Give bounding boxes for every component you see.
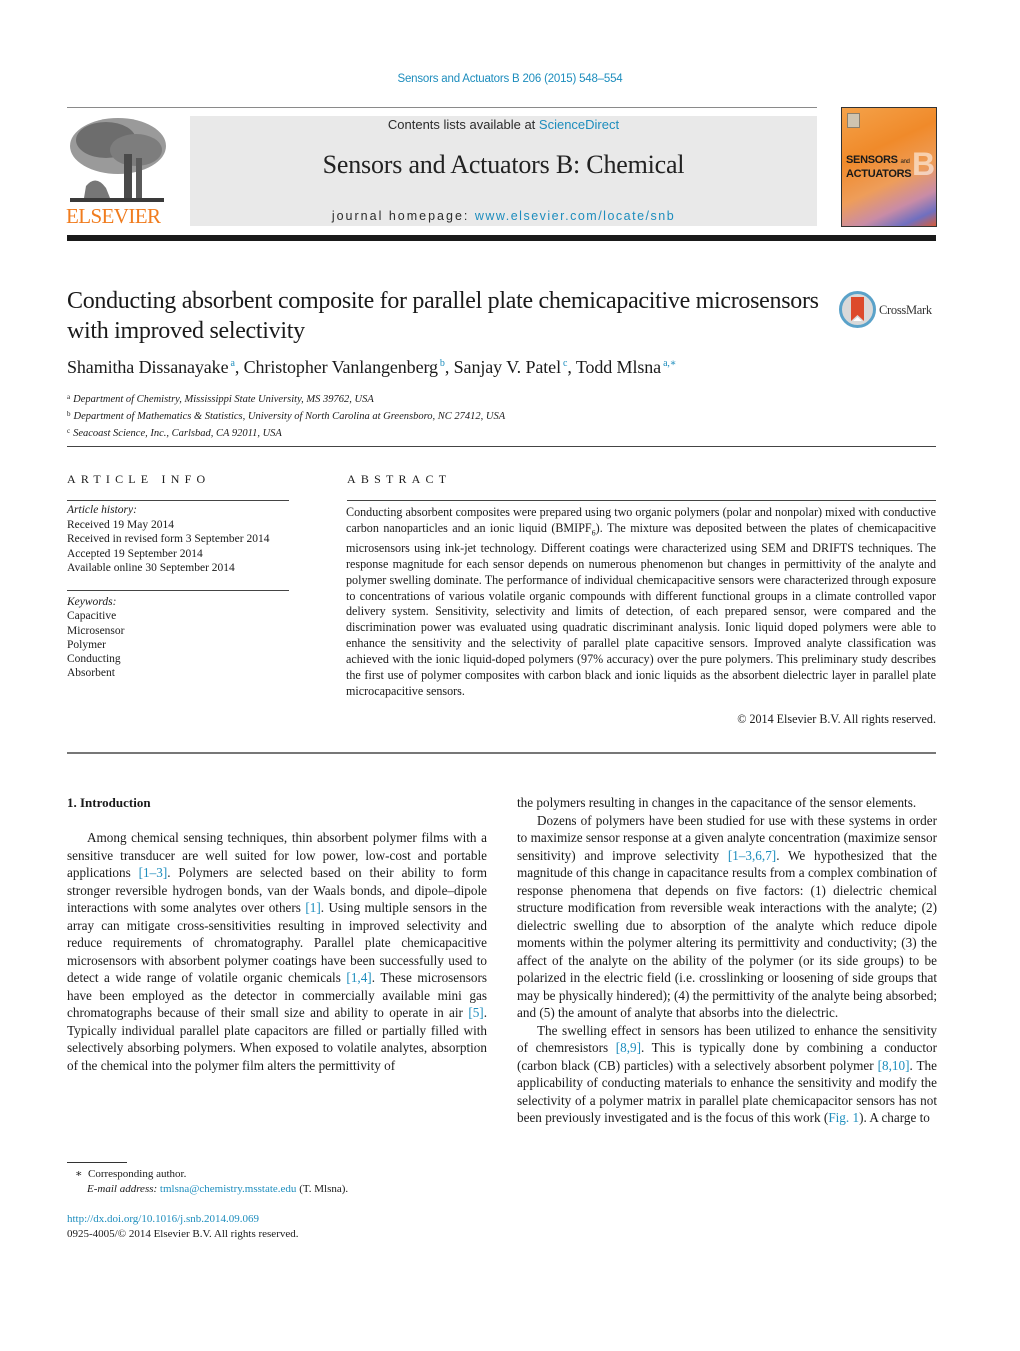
keyword: Capacitive bbox=[67, 610, 117, 623]
contents-prefix: Contents lists available at bbox=[387, 117, 539, 132]
body-column-left: Among chemical sensing techniques, thin … bbox=[67, 829, 487, 1074]
affiliation-text: Department of Chemistry, Mississippi Sta… bbox=[73, 394, 374, 405]
article-info-heading: ARTICLE INFO bbox=[67, 472, 211, 486]
keywords: Keywords: Capacitive Microsensor Polymer… bbox=[67, 595, 297, 681]
history-item: Received in revised form 3 September 201… bbox=[67, 533, 270, 545]
author[interactable]: Todd Mlsna a,∗ bbox=[576, 357, 677, 377]
keyword: Conducting bbox=[67, 653, 121, 666]
footnote-divider bbox=[67, 1162, 127, 1163]
affiliation-key: b bbox=[67, 410, 71, 418]
citation-link[interactable]: [1,4] bbox=[346, 970, 371, 985]
journal-masthead: Contents lists available at ScienceDirec… bbox=[190, 116, 817, 226]
history-item: Available online 30 September 2014 bbox=[67, 562, 235, 574]
history-item: Accepted 19 September 2014 bbox=[67, 547, 203, 560]
contents-line: Contents lists available at ScienceDirec… bbox=[190, 117, 817, 132]
journal-title: Sensors and Actuators B: Chemical bbox=[322, 150, 685, 179]
author[interactable]: Shamitha Dissanayake a bbox=[67, 357, 235, 377]
author[interactable]: Sanjay V. Patel c bbox=[454, 357, 568, 377]
author-name: Shamitha Dissanayake bbox=[67, 357, 229, 377]
front-matter-divider bbox=[67, 752, 936, 754]
footnote-corresponding-author: ∗ Corresponding author. E-mail address: … bbox=[75, 1167, 348, 1196]
elsevier-wordmark: ELSEVIER bbox=[66, 204, 161, 228]
sciencedirect-link[interactable]: ScienceDirect bbox=[539, 117, 619, 132]
citation-link[interactable]: [1–3] bbox=[139, 865, 168, 880]
corresponding-author-label: Corresponding author. bbox=[87, 1168, 187, 1180]
article-info-divider bbox=[67, 500, 289, 501]
citation-link[interactable]: [1–3,6,7] bbox=[728, 848, 776, 863]
author-separator: , bbox=[567, 357, 576, 377]
journal-homepage-link[interactable]: www.elsevier.com/locate/snb bbox=[475, 209, 675, 223]
affiliation-key: a bbox=[67, 393, 71, 401]
author-name: Sanjay V. Patel bbox=[453, 357, 561, 377]
cover-title: SENSORS and ACTUATORS bbox=[846, 154, 912, 180]
article-title: Conducting absorbent composite for paral… bbox=[67, 288, 819, 344]
author-separator: , bbox=[444, 357, 454, 377]
citation-link[interactable]: [8,10] bbox=[878, 1058, 910, 1073]
footnote-star: ∗ bbox=[75, 1168, 83, 1180]
cover-title-and: and bbox=[900, 159, 910, 165]
journal-citation-link[interactable]: Sensors and Actuators B 206 (2015) 548–5… bbox=[0, 73, 1020, 85]
abstract-heading: ABSTRACT bbox=[347, 472, 452, 486]
citation-link[interactable]: [1] bbox=[305, 900, 320, 915]
keyword: Polymer bbox=[67, 638, 106, 651]
history-label: Article history: bbox=[67, 504, 137, 516]
affiliation: c Seacoast Science, Inc., Carlsbad, CA 92… bbox=[67, 424, 937, 441]
email-link[interactable]: tmlsna@chemistry.msstate.edu bbox=[160, 1183, 297, 1195]
journal-cover-image[interactable]: B SENSORS and ACTUATORS bbox=[841, 107, 937, 227]
keywords-divider bbox=[67, 590, 289, 591]
journal-homepage-line: journal homepage: www.elsevier.com/locat… bbox=[190, 209, 817, 223]
cover-elsevier-badge-icon bbox=[847, 113, 860, 128]
citation-link[interactable]: [8,9] bbox=[616, 1040, 641, 1055]
body-paragraph: The swelling effect in sensors has been … bbox=[517, 1022, 937, 1127]
body-paragraph: Among chemical sensing techniques, thin … bbox=[67, 829, 487, 1074]
affiliation: b Department of Mathematics & Statistics,… bbox=[67, 407, 937, 424]
cover-letter: B bbox=[912, 146, 936, 182]
author-affiliation-marker[interactable]: a,∗ bbox=[663, 358, 677, 369]
body-text: ). A charge to bbox=[859, 1110, 930, 1125]
author-list: Shamitha Dissanayake a, Christopher Vanla… bbox=[67, 357, 937, 378]
issn-copyright: 0925-4005/© 2014 Elsevier B.V. All right… bbox=[67, 1227, 299, 1240]
affiliation-key: c bbox=[67, 427, 71, 435]
keyword: Microsensor bbox=[67, 624, 125, 637]
header-divider bbox=[67, 107, 817, 108]
body-text: . We hypothesized that the magnitude of … bbox=[517, 847, 937, 1021]
keyword: Absorbent bbox=[67, 667, 115, 680]
email-suffix: (T. Mlsna). bbox=[296, 1182, 349, 1195]
body-paragraph: the polymers resulting in changes in the… bbox=[517, 794, 937, 812]
cover-title-line1: SENSORS bbox=[846, 154, 898, 166]
abstract-copyright: © 2014 Elsevier B.V. All rights reserved… bbox=[737, 712, 936, 726]
affiliation-list: a Department of Chemistry, Mississippi St… bbox=[67, 390, 937, 441]
history-item: Received 19 May 2014 bbox=[67, 518, 174, 531]
abstract-divider bbox=[347, 500, 936, 501]
body-paragraph: Dozens of polymers have been studied for… bbox=[517, 812, 937, 1022]
abstract-text: Conducting absorbent composites were pre… bbox=[346, 505, 936, 700]
cover-title-line2: ACTUATORS bbox=[846, 168, 912, 180]
body-column-right: the polymers resulting in changes in the… bbox=[517, 794, 937, 1127]
doi-link[interactable]: http://dx.doi.org/10.1016/j.snb.2014.09.… bbox=[67, 1213, 259, 1225]
author[interactable]: Christopher Vanlangenberg b bbox=[244, 357, 445, 377]
author-name: Christopher Vanlangenberg bbox=[243, 357, 438, 377]
affiliation-text: Department of Mathematics & Statistics, … bbox=[73, 411, 506, 422]
abstract-text-part: ). The mixture was deposited between the… bbox=[346, 520, 937, 698]
author-separator: , bbox=[234, 357, 244, 377]
affiliation-text: Seacoast Science, Inc., Carlsbad, CA 920… bbox=[73, 428, 282, 439]
crossmark-label: CrossMark bbox=[879, 303, 932, 317]
elsevier-tree-icon bbox=[66, 116, 168, 206]
section-heading-introduction: 1. Introduction bbox=[67, 795, 151, 810]
author-name: Todd Mlsna bbox=[575, 357, 662, 377]
citation-link[interactable]: [5] bbox=[468, 1005, 483, 1020]
section-divider bbox=[67, 446, 936, 447]
keywords-label: Keywords: bbox=[67, 596, 117, 608]
article-history: Article history: Received 19 May 2014 Re… bbox=[67, 503, 297, 576]
homepage-prefix: journal homepage: bbox=[331, 209, 475, 223]
doi-block: http://dx.doi.org/10.1016/j.snb.2014.09.… bbox=[67, 1212, 299, 1241]
elsevier-logo[interactable]: ELSEVIER bbox=[66, 116, 168, 228]
affiliation: a Department of Chemistry, Mississippi St… bbox=[67, 390, 937, 407]
header-thick-divider bbox=[67, 235, 936, 241]
citation-link[interactable]: Fig. 1 bbox=[828, 1110, 859, 1125]
crossmark-badge[interactable]: CrossMark bbox=[839, 291, 939, 329]
body-text: the polymers resulting in changes in the… bbox=[517, 795, 917, 810]
email-label: E-mail address: bbox=[87, 1182, 160, 1195]
crossmark-icon bbox=[839, 291, 876, 328]
